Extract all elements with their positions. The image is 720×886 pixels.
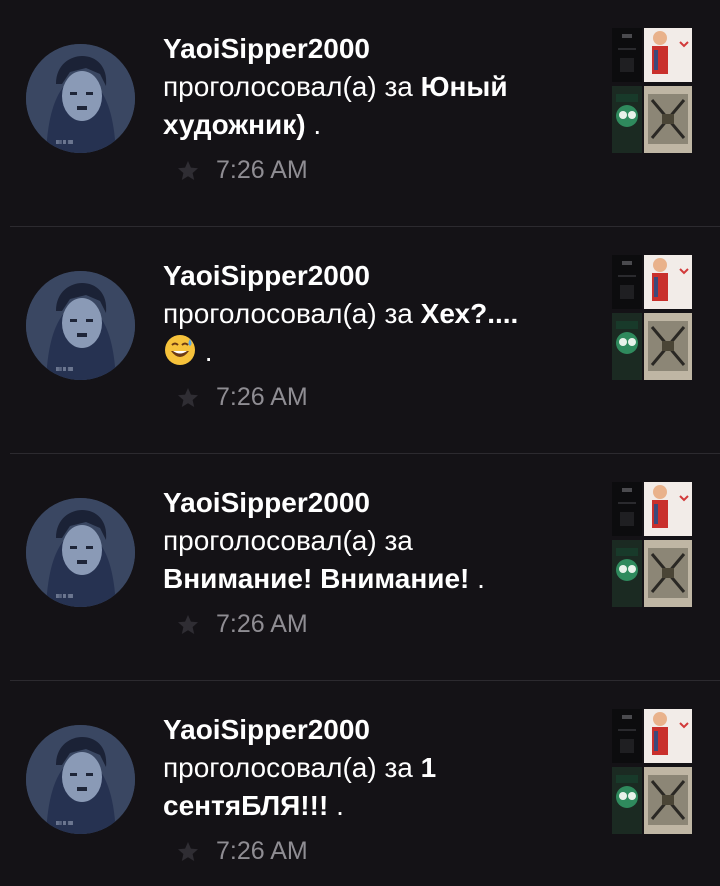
avatar[interactable]: lllll lll lllll [26, 725, 135, 834]
story-cover-thumbnail[interactable] [612, 28, 692, 153]
action-text: проголосовал(а) за [163, 525, 413, 556]
username[interactable]: YaoiSipper2000 [163, 30, 583, 68]
feed-item[interactable]: lllll lll lllll YaoiSipper2000 проголосо… [0, 681, 720, 886]
story-title[interactable]: Внимание! Внимание! [163, 563, 469, 594]
avatar[interactable]: lllll lll lllll [26, 271, 135, 380]
story-cover-thumbnail[interactable] [612, 255, 692, 380]
story-cover-thumbnail[interactable] [612, 709, 692, 834]
activity-text: YaoiSipper2000 проголосовал(а) за Вниман… [163, 484, 583, 598]
grinning-sweat-emoji-icon [165, 335, 195, 365]
svg-text:lllll lll lllll: lllll lll lllll [56, 367, 73, 373]
activity-text: YaoiSipper2000 проголосовал(а) за 1 сент… [163, 711, 583, 825]
trailing-period: . [204, 336, 213, 367]
avatar[interactable]: lllll lll lllll [26, 498, 135, 607]
action-text: проголосовал(а) за [163, 298, 413, 329]
activity-meta: 7:26 AM [176, 837, 308, 866]
feed-item[interactable]: lllll lll lllll YaoiSipper2000 проголосо… [0, 454, 720, 681]
star-icon [178, 160, 198, 180]
trailing-period: . [313, 109, 322, 140]
activity-text: YaoiSipper2000 проголосовал(а) за Хех?..… [163, 257, 583, 371]
star-icon [178, 614, 198, 634]
timestamp: 7:26 AM [216, 156, 308, 184]
svg-text:lllll lll lllll: lllll lll lllll [56, 594, 73, 600]
username[interactable]: YaoiSipper2000 [163, 484, 583, 522]
activity-meta: 7:26 AM [176, 383, 308, 412]
star-icon [178, 841, 198, 861]
story-title[interactable]: Хех?.... [421, 298, 519, 329]
activity-meta: 7:26 AM [176, 156, 308, 185]
star-icon [178, 387, 198, 407]
timestamp: 7:26 AM [216, 383, 308, 411]
username[interactable]: YaoiSipper2000 [163, 711, 583, 749]
svg-text:lllll lll lllll: lllll lll lllll [56, 821, 73, 827]
activity-feed: lllll lll lllll YaoiSipper2000 проголосо… [0, 0, 720, 886]
avatar[interactable]: lllll lll lllll [26, 44, 135, 153]
trailing-period: . [336, 790, 344, 821]
activity-meta: 7:26 AM [176, 610, 308, 639]
username[interactable]: YaoiSipper2000 [163, 257, 583, 295]
timestamp: 7:26 AM [216, 837, 308, 865]
svg-text:lllll lll lllll: lllll lll lllll [56, 140, 73, 146]
feed-item[interactable]: lllll lll lllll YaoiSipper2000 проголосо… [0, 227, 720, 454]
story-cover-thumbnail[interactable] [612, 482, 692, 607]
trailing-period: . [477, 563, 485, 594]
feed-item[interactable]: lllll lll lllll YaoiSipper2000 проголосо… [0, 0, 720, 227]
action-text: проголосовал(а) за [163, 71, 413, 102]
timestamp: 7:26 AM [216, 610, 308, 638]
action-text: проголосовал(а) за [163, 752, 413, 783]
activity-text: YaoiSipper2000 проголосовал(а) за Юный х… [163, 30, 583, 144]
